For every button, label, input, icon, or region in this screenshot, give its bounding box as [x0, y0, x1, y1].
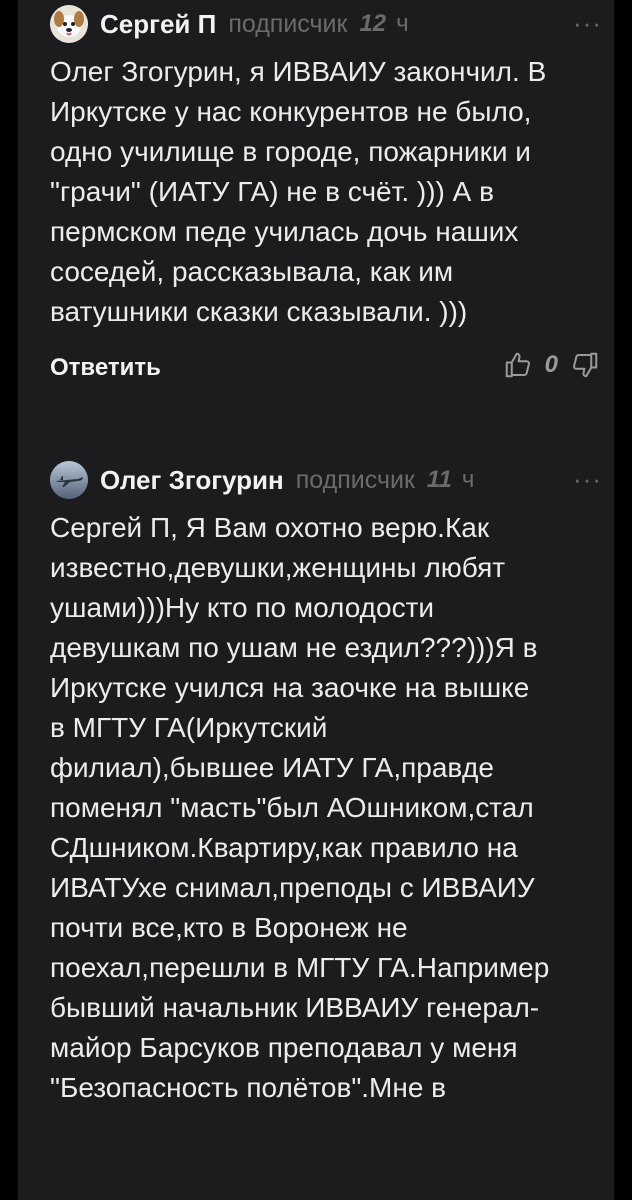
- comment-card: Сергей П подписчик 12 ч ··· Олег Згогурин…: [50, 0, 602, 400]
- time-value: 12: [359, 10, 387, 37]
- reply-button[interactable]: Ответить: [50, 354, 161, 382]
- comment-score: 0: [544, 351, 558, 378]
- author-name[interactable]: Сергей П: [100, 9, 216, 40]
- screen-edge-right: [614, 0, 632, 1200]
- comment-text: Сергей П, Я Вам охотно верю.Как известно…: [50, 512, 550, 1103]
- timestamp: 11 ч: [427, 466, 474, 494]
- upvote-button[interactable]: [503, 350, 533, 380]
- more-options-button[interactable]: ···: [573, 8, 602, 39]
- comment-header: Олег Згогурин подписчик 11 ч ···: [50, 456, 602, 504]
- time-unit: ч: [461, 466, 475, 493]
- thumbs-down-icon: [573, 352, 598, 378]
- thumbs-up-icon: [505, 352, 530, 378]
- comment-card: Олег Згогурин подписчик 11 ч ··· Сергей П…: [50, 456, 602, 1108]
- comment-header: Сергей П подписчик 12 ч ···: [50, 0, 602, 48]
- avatar[interactable]: [50, 5, 88, 43]
- vote-controls: 0: [503, 350, 600, 380]
- downvote-button[interactable]: [570, 350, 600, 380]
- author-name[interactable]: Олег Згогурин: [100, 465, 284, 496]
- comment-actions: Ответить 0: [50, 340, 602, 400]
- more-options-button[interactable]: ···: [573, 464, 602, 495]
- airplane-avatar-icon: [50, 461, 88, 499]
- comment-text: Олег Згогурин, я ИВВАИУ закончил. В Ирку…: [50, 56, 547, 327]
- timestamp: 12 ч: [359, 10, 408, 38]
- author-status: подписчик: [228, 9, 348, 38]
- author-status: подписчик: [295, 465, 415, 494]
- time-value: 11: [426, 466, 452, 493]
- avatar[interactable]: [50, 461, 88, 499]
- screen-edge-left: [0, 0, 18, 1200]
- time-unit: ч: [396, 10, 409, 37]
- dog-avatar-icon: [50, 5, 88, 43]
